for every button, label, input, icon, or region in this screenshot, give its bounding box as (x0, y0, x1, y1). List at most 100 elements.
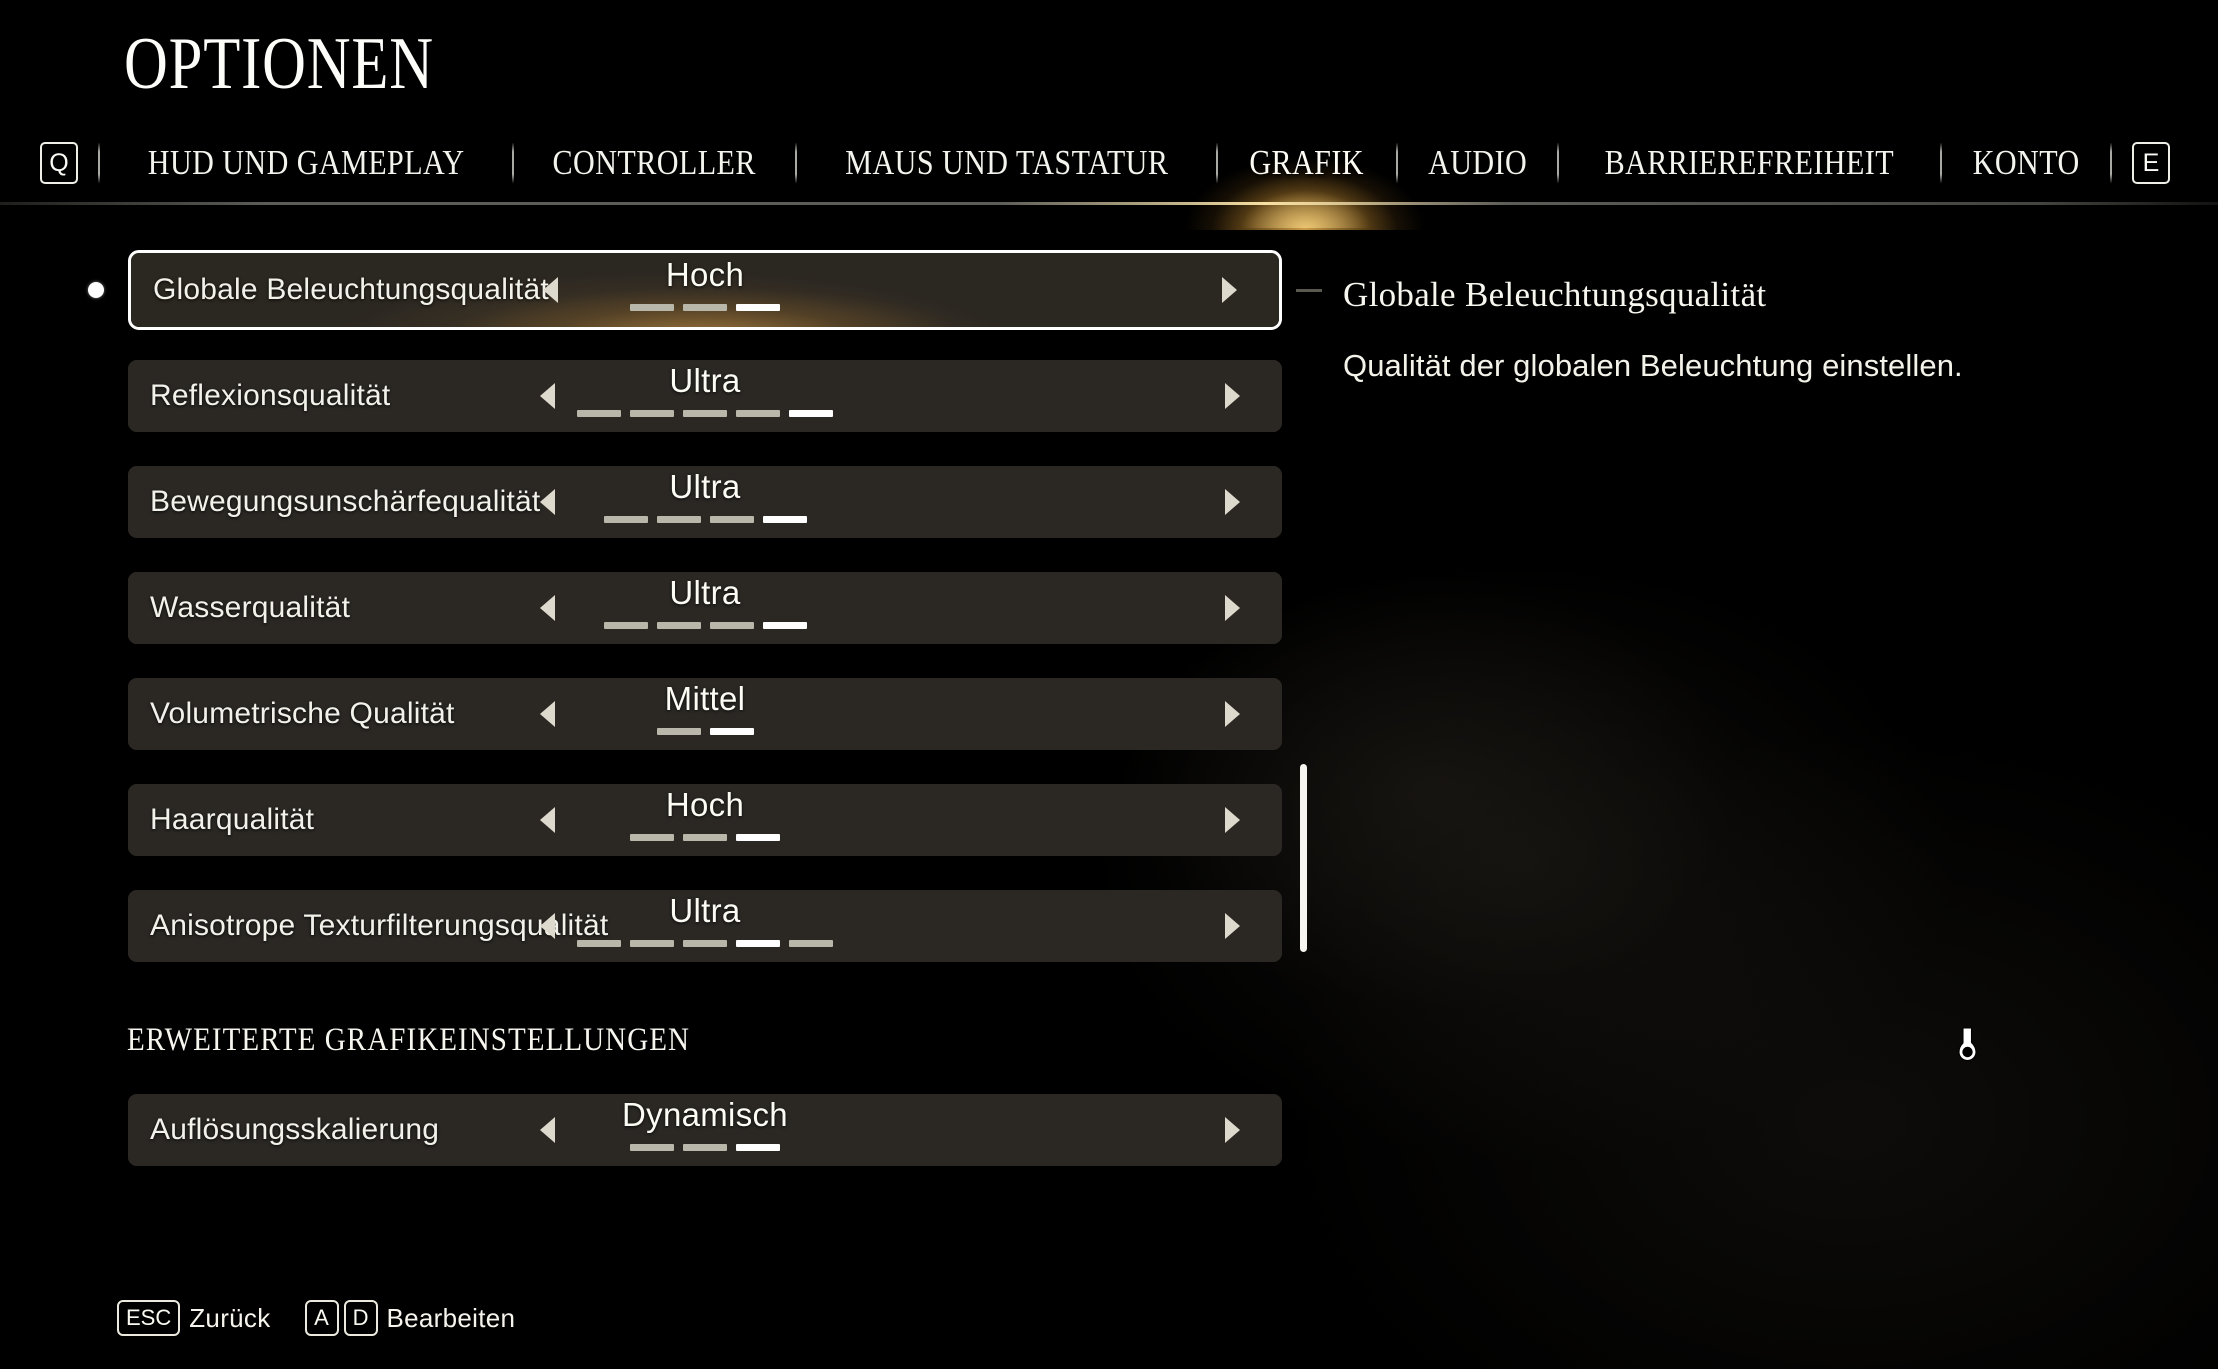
tab-grafik[interactable]: GRAFIK (1248, 143, 1366, 183)
setting-value-block: Ultra (495, 576, 915, 629)
setting-row[interactable]: Reflexionsqualität Ultra (128, 360, 1282, 432)
mouse-cursor (1958, 1027, 1984, 1061)
tab-bar: Q HUD UND GAMEPLAY CONTROLLER MAUS UND TAST… (40, 137, 2170, 189)
setting-row[interactable]: Haarqualität Hoch (128, 784, 1282, 856)
level-segment (656, 728, 701, 735)
level-segment (736, 410, 780, 417)
footer-keycap: ESC (117, 1300, 181, 1336)
options-screen: OPTIONEN Q HUD UND GAMEPLAY CONTROLLER MAUS… (0, 0, 2218, 1369)
section-header: ERWEITERTE GRAFIKEINSTELLUNGEN (127, 1022, 691, 1058)
setting-row[interactable]: Auflösungsskalierung Dynamisch (128, 1094, 1282, 1166)
setting-row[interactable]: Volumetrische Qualität Mittel (128, 678, 1282, 750)
setting-value-block: Ultra (495, 470, 915, 523)
setting-row[interactable]: Wasserqualität Ultra (128, 572, 1282, 644)
setting-row[interactable]: Bewegungsunschärfequalität Ultra (128, 466, 1282, 538)
setting-level-segments (495, 1144, 915, 1151)
tab-next-key[interactable]: E (2131, 142, 2170, 184)
tab-konto[interactable]: KONTO (1971, 143, 2081, 183)
header-divider (0, 202, 2218, 205)
setting-row[interactable]: Anisotrope Texturfilterungsqualität Ultra (128, 890, 1282, 962)
setting-label: Haarqualität (150, 803, 315, 836)
level-segment (762, 516, 807, 523)
tab-separator (98, 143, 100, 183)
detail-description: Qualität der globalen Beleuchtung einste… (1343, 348, 1963, 383)
setting-label: Volumetrische Qualität (150, 697, 455, 730)
setting-value-block: Hoch (495, 258, 915, 311)
footer-hints: ESC Zurück A D Bearbeiten (117, 1300, 525, 1336)
level-segment (709, 516, 754, 523)
footer-hint: A D Bearbeiten (304, 1300, 526, 1336)
setting-value: Mittel (664, 680, 746, 717)
footer-keycap: D (343, 1300, 378, 1336)
increase-arrow-icon[interactable] (1225, 595, 1240, 621)
tab-barrierefreiheit[interactable]: BARRIEREFREIHEIT (1603, 143, 1896, 183)
setting-label: Reflexionsqualität (150, 379, 391, 412)
setting-label: Wasserqualität (150, 591, 351, 624)
setting-label: Auflösungsskalierung (150, 1113, 440, 1146)
tab-audio[interactable]: AUDIO (1426, 143, 1529, 183)
tab-prev-key[interactable]: Q (40, 142, 78, 184)
tab-separator (794, 143, 797, 183)
detail-title: Globale Beleuchtungsqualität (1343, 275, 1767, 314)
selection-bullet (88, 282, 104, 298)
list-scrollbar-thumb[interactable] (1300, 764, 1307, 952)
setting-value-block: Ultra (495, 894, 915, 947)
level-segment (736, 1144, 780, 1151)
level-segment (789, 940, 833, 947)
page-title: OPTIONEN (124, 23, 434, 105)
level-segment (736, 940, 780, 947)
level-segment (630, 304, 674, 311)
setting-level-segments (495, 940, 915, 947)
level-segment (683, 834, 727, 841)
level-segment (683, 304, 727, 311)
tab-separator (1939, 143, 1942, 183)
tab-separator (2109, 143, 2112, 183)
level-segment (683, 410, 727, 417)
setting-value-block: Dynamisch (495, 1098, 915, 1151)
increase-arrow-icon[interactable] (1225, 489, 1240, 515)
level-segment (709, 728, 754, 735)
level-segment (762, 622, 807, 629)
setting-value: Dynamisch (622, 1096, 788, 1133)
setting-value: Ultra (669, 892, 741, 929)
increase-arrow-icon[interactable] (1225, 701, 1240, 727)
increase-arrow-icon[interactable] (1222, 277, 1237, 303)
tab-hud-und-gameplay[interactable]: HUD UND GAMEPLAY (146, 143, 466, 183)
increase-arrow-icon[interactable] (1225, 383, 1240, 409)
tab-separator (1556, 143, 1559, 183)
setting-value-block: Ultra (495, 364, 915, 417)
increase-arrow-icon[interactable] (1225, 807, 1240, 833)
footer-keycap: A (304, 1300, 339, 1336)
increase-arrow-icon[interactable] (1225, 913, 1240, 939)
level-segment (683, 940, 727, 947)
setting-level-segments (495, 728, 915, 735)
setting-value: Hoch (665, 786, 745, 823)
level-segment (789, 410, 833, 417)
setting-level-segments (495, 304, 915, 311)
level-segment (630, 1144, 674, 1151)
tab-controller[interactable]: CONTROLLER (551, 143, 758, 183)
level-segment (656, 516, 701, 523)
setting-label: Bewegungsunschärfequalität (150, 485, 541, 518)
footer-hint-label: Zurück (189, 1302, 271, 1333)
level-segment (656, 622, 701, 629)
footer-hint: ESC Zurück (117, 1300, 281, 1336)
setting-level-segments (495, 622, 915, 629)
level-segment (603, 516, 648, 523)
tab-maus-und-tastatur[interactable]: MAUS UND TASTATUR (843, 143, 1169, 183)
level-segment (577, 940, 621, 947)
setting-level-segments (495, 410, 915, 417)
footer-hint-label: Bearbeiten (386, 1302, 516, 1333)
level-segment (630, 940, 674, 947)
increase-arrow-icon[interactable] (1225, 1117, 1240, 1143)
setting-level-segments (495, 516, 915, 523)
tab-separator (512, 143, 515, 183)
tab-separator (1395, 143, 1398, 183)
level-segment (736, 834, 780, 841)
level-segment (577, 410, 621, 417)
setting-value: Ultra (669, 362, 741, 399)
level-segment (603, 622, 648, 629)
setting-value-block: Mittel (495, 682, 915, 735)
setting-row[interactable]: Globale Beleuchtungsqualität Hoch (128, 250, 1282, 330)
setting-value: Hoch (665, 256, 745, 293)
